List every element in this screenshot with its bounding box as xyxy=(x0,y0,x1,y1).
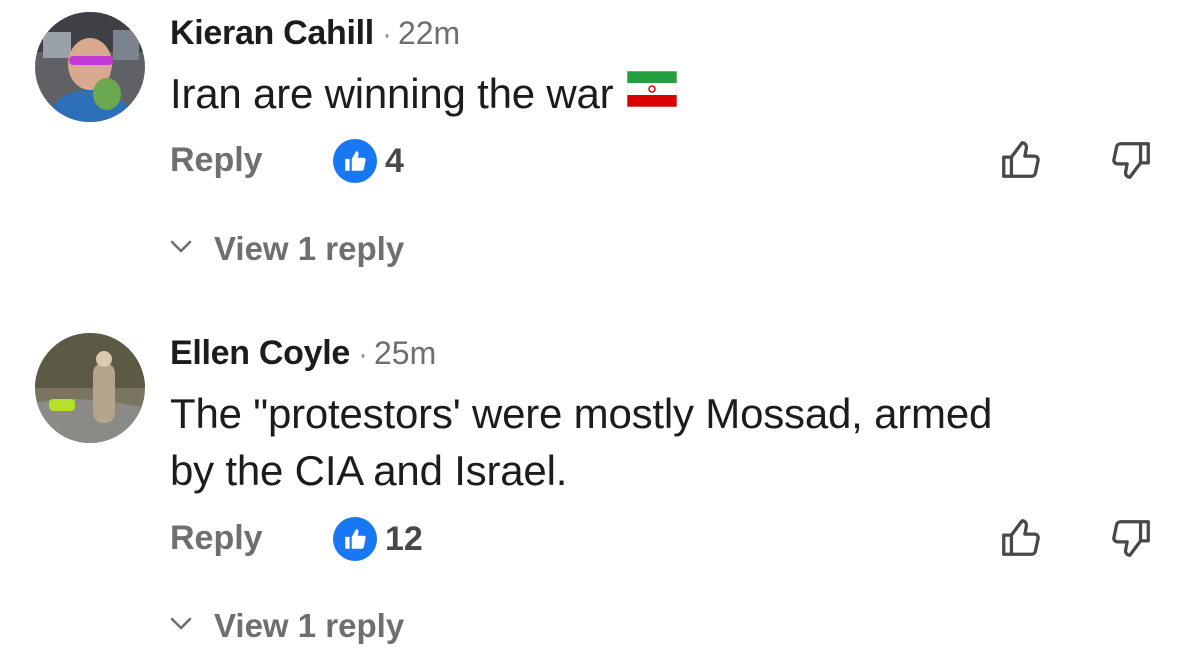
timestamp: 25m xyxy=(373,335,437,371)
thumb-down-outline-icon[interactable] xyxy=(1108,515,1154,561)
separator-dot: · xyxy=(381,18,392,51)
like-count: 12 xyxy=(385,519,423,558)
comment-text-line: Iran are winning the war xyxy=(170,70,614,117)
comment-text: The "protestors' were mostly Mossad, arm… xyxy=(170,385,1170,499)
chevron-down-icon xyxy=(170,240,192,259)
iran-flag-icon xyxy=(627,64,678,121)
comment-header: Ellen Coyle · 25m xyxy=(170,334,436,373)
thumbs-up-icon xyxy=(333,139,377,183)
comment-text: Iran are winning the war xyxy=(170,65,1170,122)
thumb-down-outline-icon[interactable] xyxy=(1108,137,1154,183)
view-replies-label: View 1 reply xyxy=(214,607,405,644)
view-replies-label: View 1 reply xyxy=(214,230,405,267)
thumbs-up-icon xyxy=(333,517,377,561)
like-summary[interactable]: 4 xyxy=(333,139,404,183)
thumb-up-outline-icon[interactable] xyxy=(998,515,1044,561)
separator-dot: · xyxy=(357,338,368,371)
like-summary[interactable]: 12 xyxy=(333,517,423,561)
timestamp: 22m xyxy=(397,15,461,51)
like-count: 4 xyxy=(385,141,404,180)
avatar[interactable] xyxy=(35,333,145,443)
chevron-down-icon xyxy=(170,617,192,636)
view-replies-button[interactable]: View 1 reply xyxy=(170,229,404,269)
reply-button[interactable]: Reply xyxy=(170,141,263,180)
comment-text-line: by the CIA and Israel. xyxy=(170,447,568,494)
author-name[interactable]: Ellen Coyle xyxy=(170,334,350,372)
author-name[interactable]: Kieran Cahill xyxy=(170,14,374,52)
comment-header: Kieran Cahill · 22m xyxy=(170,14,460,53)
view-replies-button[interactable]: View 1 reply xyxy=(170,606,404,646)
avatar[interactable] xyxy=(35,12,145,122)
comment-text-line: The "protestors' were mostly Mossad, arm… xyxy=(170,390,993,437)
thumb-up-outline-icon[interactable] xyxy=(998,137,1044,183)
reply-button[interactable]: Reply xyxy=(170,519,263,558)
